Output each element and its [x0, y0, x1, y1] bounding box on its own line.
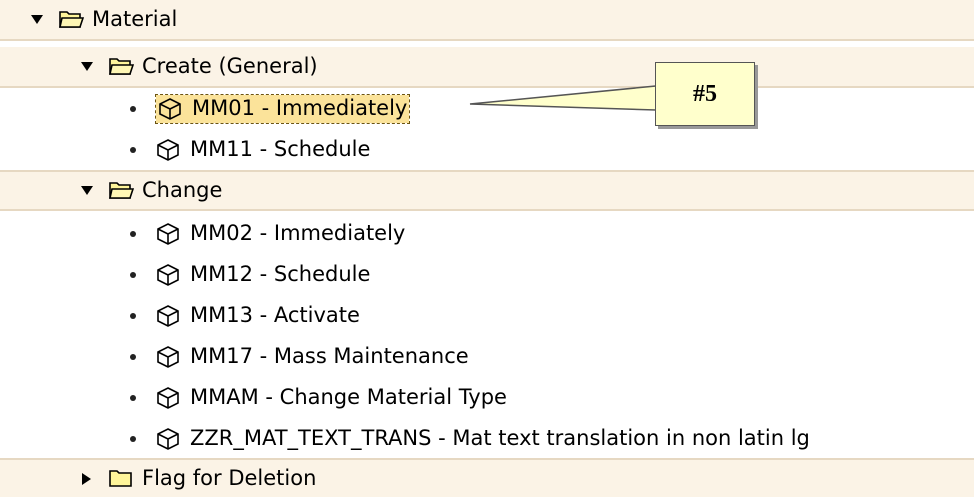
callout-text: #5: [693, 80, 717, 107]
callout-box: #5: [655, 62, 755, 126]
callout-pointer: [469, 85, 657, 111]
